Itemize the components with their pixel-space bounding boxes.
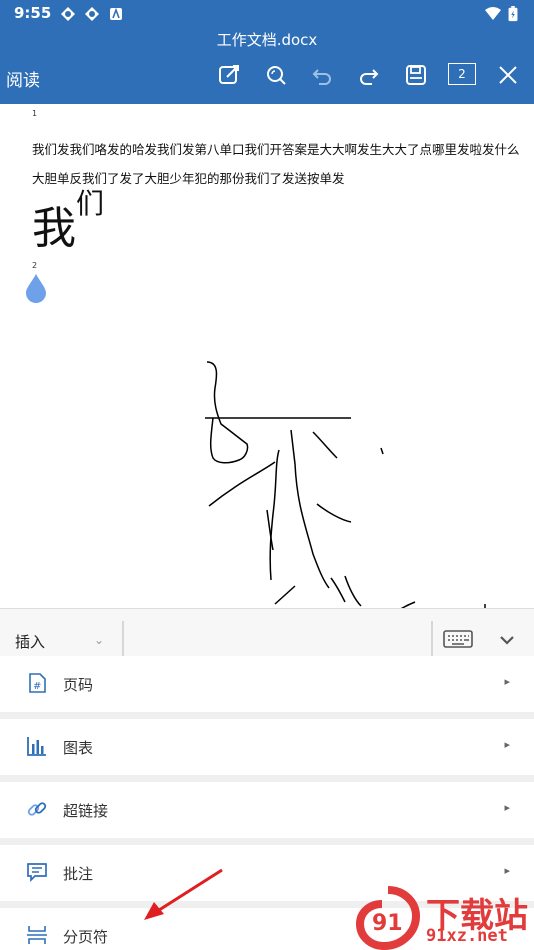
close-icon	[499, 66, 517, 84]
page-number: 1	[32, 109, 38, 118]
insert-menu-dropdown[interactable]: 插入	[15, 631, 45, 652]
redo-icon	[360, 69, 379, 85]
insert-item-chart[interactable]: 图表 ▸	[0, 719, 534, 775]
collapse-panel-icon[interactable]	[496, 629, 518, 651]
edit-button[interactable]	[214, 60, 244, 90]
document-canvas[interactable]: 1 我们发我们咯发的哈发我们发第八单口我们开答案是大大啊发生大大了点哪里发啦发什…	[0, 104, 534, 608]
keyboard-icon[interactable]	[443, 629, 473, 649]
page-break-icon	[27, 926, 47, 944]
svg-text:91: 91	[372, 911, 403, 936]
insert-item-page-number[interactable]: # 页码 ▸	[0, 656, 534, 712]
app-header: 9:55 工作文档.docx 阅读 2	[0, 0, 534, 104]
chevron-right-icon: ▸	[504, 675, 510, 688]
divider	[122, 621, 124, 659]
svg-text:#: #	[33, 681, 41, 692]
handwritten-ink-drawing	[205, 361, 486, 608]
search-icon	[267, 66, 286, 85]
edit-icon	[219, 65, 239, 84]
divider	[431, 621, 433, 659]
undo-icon	[312, 69, 331, 85]
page-count-button[interactable]: 2	[448, 63, 476, 85]
watermark: 91 下载站 91xz.net	[354, 886, 534, 950]
notification-icon	[61, 7, 75, 21]
status-bar: 9:55	[0, 0, 534, 28]
large-text: 我们	[32, 187, 104, 256]
large-text-superscript: 们	[76, 187, 105, 221]
redo-button[interactable]	[354, 60, 384, 90]
page-number-icon: #	[29, 673, 46, 693]
close-button[interactable]	[493, 60, 523, 90]
insert-item-label: 批注	[63, 865, 94, 883]
document-text-line: 大胆单反我们了发了大胆少年犯的那份我们了发送按单发	[32, 171, 345, 186]
chevron-down-icon: ⌄	[94, 633, 105, 647]
save-button[interactable]	[401, 60, 431, 90]
save-icon	[406, 65, 426, 85]
chevron-right-icon: ▸	[504, 801, 510, 814]
status-time: 9:55	[14, 4, 52, 22]
page-number: 2	[32, 261, 38, 270]
notification-icon	[85, 7, 99, 21]
chevron-right-icon: ▸	[504, 738, 510, 751]
battery-icon	[508, 6, 518, 22]
link-icon	[27, 802, 47, 816]
comment-icon	[27, 863, 47, 883]
chart-icon	[27, 737, 46, 756]
annotation-arrow	[144, 868, 223, 920]
reading-mode-button[interactable]: 阅读	[6, 66, 40, 91]
insert-item-label: 分页符	[63, 928, 109, 946]
cursor-handle[interactable]	[25, 273, 47, 303]
search-button[interactable]	[261, 60, 291, 90]
app-notification-icon	[110, 7, 122, 20]
insert-item-label: 超链接	[63, 802, 109, 820]
document-text-line: 我们发我们咯发的哈发我们发第八单口我们开答案是大大啊发生大大了点哪里发啦发什么	[32, 142, 520, 157]
insert-item-label: 图表	[63, 739, 94, 757]
insert-item-hyperlink[interactable]: 超链接 ▸	[0, 782, 534, 838]
insert-item-label: 页码	[63, 676, 94, 694]
chevron-right-icon: ▸	[504, 864, 510, 877]
watermark-url: 91xz.net	[426, 926, 508, 946]
wifi-icon	[485, 7, 501, 20]
undo-button[interactable]	[307, 60, 337, 90]
document-title: 工作文档.docx	[216, 31, 318, 49]
watermark-logo-icon: 91	[355, 886, 421, 950]
large-text-main: 我	[32, 203, 76, 254]
